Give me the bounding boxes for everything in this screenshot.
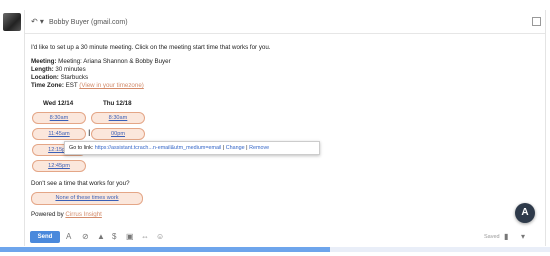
drive-icon[interactable]: ▲ <box>97 232 105 242</box>
powered-by-line: Powered by Cirrus Insight <box>31 211 102 218</box>
tooltip-sep: | <box>222 145 225 151</box>
powered-link[interactable]: Cirrus Insight <box>65 211 101 218</box>
location-line: Location: Starbucks <box>31 74 88 81</box>
tooltip-sep: | <box>246 145 248 151</box>
camera-icon[interactable]: ▣ <box>126 232 134 242</box>
tooltip-remove[interactable]: Remove <box>249 145 269 151</box>
timezone-link[interactable]: (View in your timezone) <box>79 82 144 89</box>
timezone-line: Time Zone: EST (View in your timezone) <box>31 82 144 89</box>
time-slot-button[interactable]: 8:30am <box>32 112 86 124</box>
meeting-value: Meeting: Ariana Shannon & Bobby Buyer <box>58 58 171 65</box>
reply-icon[interactable]: ↶ ▾ <box>31 17 44 26</box>
no-time-question: Don't see a time that works for you? <box>31 180 130 187</box>
avatar <box>3 13 21 31</box>
timezone-value: EST <box>65 82 78 89</box>
day-header-thu: Thu 12/18 <box>103 100 132 107</box>
saved-status: Saved <box>484 234 500 240</box>
email-compose-window: ↶ ▾ Bobby Buyer (gmail.com) I'd like to … <box>0 0 550 256</box>
time-slot-button[interactable]: 8:30am <box>91 112 145 124</box>
tooltip-change[interactable]: Change <box>226 145 245 151</box>
video-progress-bar[interactable] <box>0 247 550 252</box>
format-text-icon[interactable]: A <box>66 232 71 242</box>
meeting-line: Meeting: Meeting: Ariana Shannon & Bobby… <box>31 58 171 65</box>
text-cursor-icon: I <box>88 128 91 138</box>
day-header-wed: Wed 12/14 <box>43 100 74 107</box>
powered-prefix: Powered by <box>31 211 64 218</box>
send-button[interactable]: Send <box>30 231 60 243</box>
attach-icon[interactable]: ⊘ <box>82 232 89 242</box>
video-progress-fill <box>0 247 330 252</box>
tooltip-url[interactable]: https://assistant.tcrach...n-email&utm_m… <box>95 145 222 151</box>
trash-icon[interactable]: ▮ <box>504 232 508 242</box>
more-options-icon[interactable]: ▾ <box>521 232 525 242</box>
location-label: Location: <box>31 74 59 81</box>
intro-text: I'd like to set up a 30 minute meeting. … <box>31 44 271 51</box>
tooltip-prefix: Go to link: <box>69 145 94 151</box>
length-label: Length: <box>31 66 54 73</box>
time-slot-button[interactable]: 00pm <box>91 128 145 140</box>
compose-toolbar: Send A ⊘ ▲ $ ▣ ⇔ ☺ Saved ▮ ▾ <box>24 228 544 246</box>
length-line: Length: 30 minutes <box>31 66 86 73</box>
time-slot-button[interactable]: 11:45am <box>32 128 86 140</box>
link-icon[interactable]: ⇔ <box>141 232 149 242</box>
link-tooltip: Go to link: https://assistant.tcrach...n… <box>64 141 320 155</box>
recipient-text[interactable]: Bobby Buyer (gmail.com) <box>49 19 128 26</box>
meeting-label: Meeting: <box>31 58 57 65</box>
expand-icon[interactable] <box>532 17 541 26</box>
time-slot-button[interactable]: 12:45pm <box>32 160 86 172</box>
recipients-row[interactable]: ↶ ▾ Bobby Buyer (gmail.com) <box>25 13 545 34</box>
emoji-icon[interactable]: ☺ <box>156 232 164 242</box>
money-icon[interactable]: $ <box>112 232 116 242</box>
none-of-these-button[interactable]: None of these times work <box>31 192 143 205</box>
location-value: Starbucks <box>60 74 89 81</box>
timezone-label: Time Zone: <box>31 82 64 89</box>
length-value: 30 minutes <box>55 66 86 73</box>
assistant-fab-icon[interactable]: A <box>515 203 535 223</box>
